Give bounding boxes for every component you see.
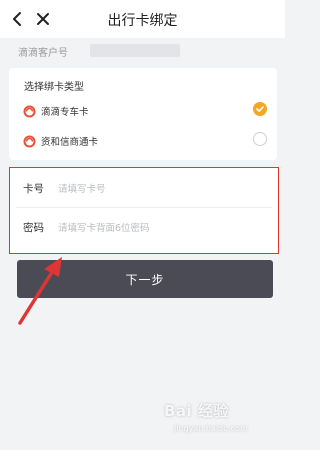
password-label: 密码 (23, 222, 44, 234)
customer-id-row: 滴滴客户号 (0, 38, 285, 64)
card-option-didi[interactable]: 滴滴专车卡 (9, 98, 277, 124)
card-type-panel: 选择绑卡类型 滴滴专车卡 资和信商通卡 (9, 68, 277, 160)
card-number-input[interactable] (58, 179, 258, 199)
annotation-arrow-icon (18, 257, 62, 325)
field-divider (16, 207, 272, 208)
card-number-label: 卡号 (23, 183, 44, 195)
watermark: Bai 经验 jingyan.baidu.com (160, 392, 285, 442)
watermark-text: Bai 经验 (164, 402, 229, 420)
watermark-subtext: jingyan.baidu.com (174, 424, 248, 433)
didi-logo-icon (23, 133, 36, 148)
password-input[interactable] (58, 218, 258, 238)
card-type-label: 选择绑卡类型 (24, 82, 84, 93)
didi-logo-icon (23, 103, 36, 118)
card-option-label: 资和信商通卡 (41, 137, 99, 148)
selected-check-icon[interactable] (253, 102, 267, 116)
customer-id-value-redacted (90, 44, 180, 57)
page-title: 出行卡绑定 (107, 13, 178, 29)
customer-id-label: 滴滴客户号 (18, 48, 68, 59)
card-option-label: 滴滴专车卡 (41, 107, 89, 118)
title-bar: 出行卡绑定 (0, 0, 285, 38)
card-option-zihexin[interactable]: 资和信商通卡 (9, 128, 277, 154)
card-number-field: 卡号 (10, 170, 278, 208)
unselected-radio-icon[interactable] (253, 132, 267, 146)
card-form-highlight: 卡号 密码 (9, 167, 279, 254)
password-field: 密码 (10, 209, 278, 247)
